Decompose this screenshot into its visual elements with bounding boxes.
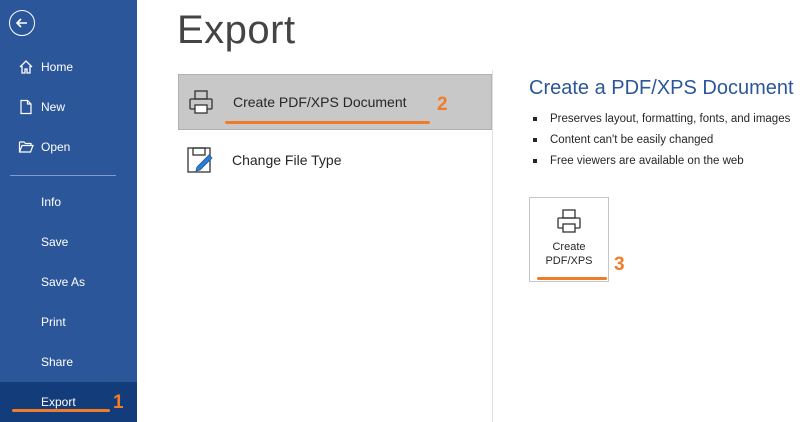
pdf-xps-icon [185,86,217,118]
list-item: Content can't be easily changed [533,129,790,150]
export-pane: Export Create PDF/XPS Document Change Fi… [137,0,804,422]
folder-open-icon [16,137,36,157]
detail-title: Create a PDF/XPS Document [529,77,794,99]
sidebar-item-save[interactable]: Save [0,222,137,262]
option-label: Create PDF/XPS Document [233,94,407,110]
sidebar-item-label: Save As [41,275,86,289]
backstage-sidebar: Home New Open Info Save Save As Print Sh… [0,0,137,422]
sidebar-item-label: Share [41,355,74,369]
bullet-icon [533,116,537,121]
option-label: Change File Type [232,152,342,168]
sidebar-item-info[interactable]: Info [0,182,137,222]
bullet-icon [533,158,537,163]
sidebar-item-label: Print [41,315,66,329]
option-change-file-type[interactable]: Change File Type [178,132,492,188]
sidebar-item-home[interactable]: Home [0,47,137,87]
detail-bullet-list: Preserves layout, formatting, fonts, and… [533,108,790,171]
pdf-xps-icon [555,206,583,240]
annotation-step-3: 3 [614,254,625,275]
sidebar-item-label: Open [41,140,71,154]
back-arrow-icon [15,18,27,28]
sidebar-item-save-as[interactable]: Save As [0,262,137,302]
sidebar-item-label: New [41,100,66,114]
back-arrow-button[interactable] [9,10,35,36]
change-file-type-icon [184,144,216,176]
annotation-underline-create-pdf [225,121,430,124]
bullet-icon [533,137,537,142]
list-item: Preserves layout, formatting, fonts, and… [533,108,790,129]
sidebar-divider [10,175,116,176]
sidebar-item-share[interactable]: Share [0,342,137,382]
sidebar-item-label: Info [41,195,62,209]
annotation-underline-export [12,409,110,412]
button-label-line1: Create [552,241,586,253]
list-item: Free viewers are available on the web [533,150,790,171]
sidebar-item-label: Export [41,395,76,409]
create-pdf-xps-button[interactable]: Create PDF/XPS [529,197,609,282]
sidebar-item-label: Home [41,60,74,74]
home-icon [16,57,36,77]
page-title: Export [177,8,296,52]
button-label-line2: PDF/XPS [545,255,593,267]
sidebar-item-open[interactable]: Open [0,127,137,167]
annotation-step-1: 1 [113,392,124,413]
new-document-icon [16,97,36,117]
column-divider [492,70,493,422]
sidebar-item-label: Save [41,235,69,249]
annotation-step-2: 2 [437,94,448,115]
annotation-underline-create-button [537,277,607,280]
sidebar-item-new[interactable]: New [0,87,137,127]
sidebar-item-print[interactable]: Print [0,302,137,342]
